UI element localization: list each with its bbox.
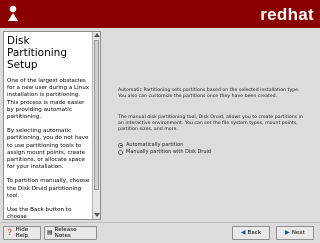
main-panel: Automatic Partitioning sets partitions b… — [105, 31, 317, 220]
manual-partition-option[interactable]: Manually partition with Disk Druid — [118, 149, 211, 155]
manual-partition-label: Manually partition with Disk Druid — [126, 149, 212, 155]
scroll-down-arrow-icon[interactable] — [94, 213, 100, 217]
help-paragraph: One of the largest obstacles for a new u… — [7, 78, 90, 121]
header-banner: redhat — [0, 0, 320, 28]
notes-icon: ▤ — [47, 229, 53, 236]
next-label: Next — [291, 230, 305, 236]
hide-help-button[interactable]: ❓ Hide Help — [3, 226, 41, 240]
redhat-wordmark: redhat — [260, 5, 314, 24]
back-label: Back — [247, 230, 262, 236]
release-notes-button[interactable]: ▤ Release Notes — [44, 226, 97, 240]
auto-partition-option[interactable]: Automatically partition — [118, 142, 183, 148]
back-arrow-icon: ◀ — [240, 229, 246, 236]
help-paragraph: By selecting automatic partitioning, you… — [7, 128, 89, 171]
next-button[interactable]: ▶ Next — [276, 226, 314, 240]
scroll-up-arrow-icon[interactable] — [94, 33, 100, 37]
hide-help-label: Hide Help — [15, 227, 29, 239]
sidebar-scrollbar[interactable] — [92, 32, 100, 219]
next-arrow-icon: ▶ — [285, 229, 290, 236]
scrollbar-thumb[interactable] — [94, 40, 99, 190]
radio-selected-icon[interactable] — [118, 142, 123, 148]
radio-unselected-icon[interactable] — [118, 149, 123, 155]
help-sidebar: Disk Partitioning Setup One of the large… — [3, 31, 101, 220]
manual-info-text: The manual disk partitioning tool, Disk … — [118, 115, 303, 132]
automatic-info-text: Automatic Partitioning sets partitions b… — [118, 88, 300, 99]
auto-partition-label: Automatically partition — [126, 142, 184, 148]
help-icon: ❓ — [6, 229, 14, 236]
help-text: Disk Partitioning Setup One of the large… — [7, 34, 91, 220]
help-paragraph: To partition manually, choose the Disk D… — [7, 178, 90, 199]
help-paragraph: Use the Back button to choose — [7, 207, 72, 220]
shadowman-logo-icon — [6, 3, 20, 25]
button-bar: ❓ Hide Help ▤ Release Notes ◀ Back ▶ Nex… — [0, 222, 320, 243]
help-title: Disk Partitioning Setup — [7, 35, 67, 71]
back-button[interactable]: ◀ Back — [232, 226, 270, 240]
release-notes-label: Release Notes — [54, 227, 77, 239]
